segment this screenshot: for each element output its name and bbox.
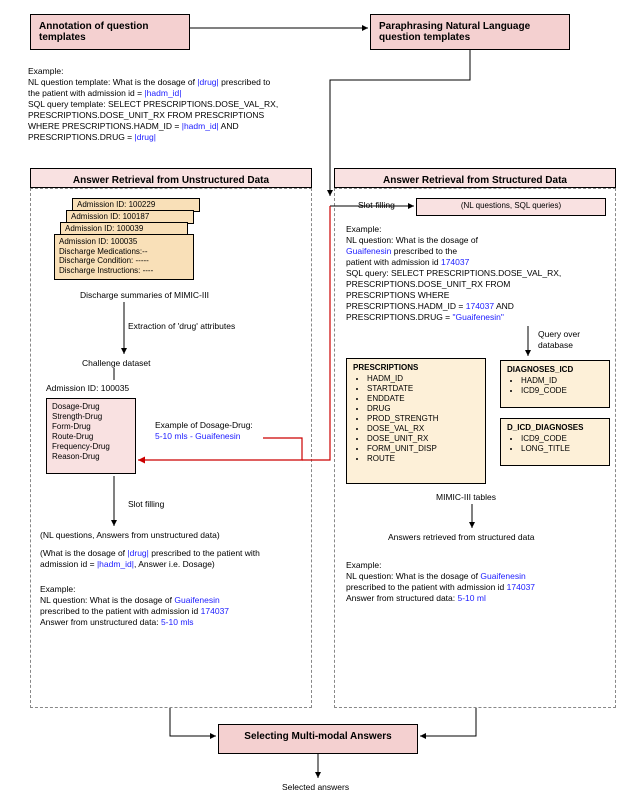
drug-attr-box: Dosage-Drug Strength-Drug Form-Drug Rout… — [46, 398, 136, 474]
right-bottom-example: Example: NL question: What is the dosage… — [346, 560, 606, 604]
selecting-title: Selecting Multi-modal Answers — [244, 731, 391, 742]
query-label: Query over database — [538, 329, 598, 351]
left-panel-title: Answer Retrieval from Unstructured Data — [30, 168, 312, 188]
right-ex: Example: NL question: What is the dosage… — [346, 224, 610, 323]
l6: WHERE PRESCRIPTIONS.HADM_ID = |hadm_id| … — [28, 121, 318, 132]
l7: PRESCRIPTIONS.DRUG = |drug| — [28, 132, 318, 143]
ans-struct-label: Answers retrieved from structured data — [388, 532, 534, 543]
left-example: Example: NL question: What is the dosage… — [40, 584, 300, 628]
nl-sql-box: (NL questions, SQL queries) — [416, 198, 606, 216]
ex-dosage: Example of Dosage-Drug: 5-10 mls - Guaif… — [155, 420, 253, 442]
summaries-label: Discharge summaries of MIMIC-III — [80, 290, 209, 301]
right-title-text: Answer Retrieval from Structured Data — [383, 175, 567, 186]
selecting-box: Selecting Multi-modal Answers — [218, 724, 418, 754]
diagnoses-box: DIAGNOSES_ICD HADM_ID ICD9_CODE — [500, 360, 610, 408]
right-panel-title: Answer Retrieval from Structured Data — [334, 168, 616, 188]
extract-label: Extraction of 'drug' attributes — [128, 321, 235, 332]
ch-adm: Admission ID: 100035 — [46, 383, 129, 394]
final-label: Selected answers — [282, 782, 349, 793]
dicd-box: D_ICD_DIAGNOSES ICD9_CODE LONG_TITLE — [500, 418, 610, 466]
annotation-title: Annotation of question templates — [39, 21, 181, 43]
l3: the patient with admission id = |hadm_id… — [28, 88, 318, 99]
tuple-left-2: (What is the dosage of |drug| prescribed… — [40, 548, 300, 570]
slot-fill-left: Slot filling — [128, 499, 164, 510]
left-title-text: Answer Retrieval from Unstructured Data — [73, 175, 269, 186]
paraphrasing-box: Paraphrasing Natural Language question t… — [370, 14, 570, 50]
l4: SQL query template: SELECT PRESCRIPTIONS… — [28, 99, 318, 110]
l2: NL question template: What is the dosage… — [28, 77, 318, 88]
tuple-left: (NL questions, Answers from unstructured… — [40, 530, 220, 541]
l5: PRESCRIPTIONS.DOSE_UNIT_RX FROM PRESCRIP… — [28, 110, 318, 121]
prescriptions-box: PRESCRIPTIONS HADM_ID STARTDATE ENDDATE … — [346, 358, 486, 484]
paraphrasing-title: Paraphrasing Natural Language question t… — [379, 21, 561, 43]
mimic-tables-label: MIMIC-III tables — [436, 492, 496, 503]
challenge-label: Challenge dataset — [82, 358, 151, 369]
top-example: Example: NL question template: What is t… — [28, 66, 318, 143]
l1: Example: — [28, 66, 318, 77]
slot-fill-right: Slot-filling — [358, 200, 395, 211]
adm-card-4: Admission ID: 100035 Discharge Medicatio… — [54, 234, 194, 280]
annotation-box: Annotation of question templates — [30, 14, 190, 50]
pres-list: HADM_ID STARTDATE ENDDATE DRUG PROD_STRE… — [353, 374, 479, 463]
